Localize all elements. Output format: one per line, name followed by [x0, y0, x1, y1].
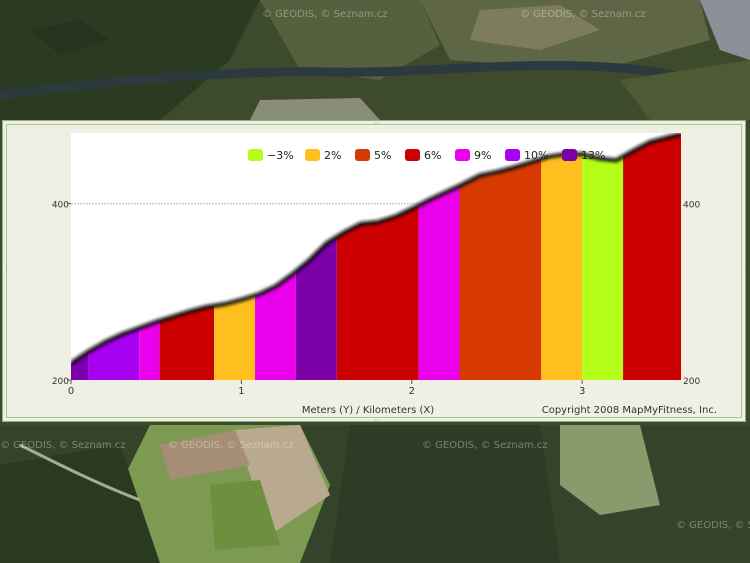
legend-swatch — [305, 149, 320, 161]
y-tick-label: 200 — [52, 377, 69, 387]
legend-swatch — [505, 149, 520, 161]
map-watermark: © GEODIS, © Seznam.cz — [422, 440, 548, 451]
legend-label: 2% — [324, 149, 341, 162]
grade-segment — [214, 295, 256, 380]
map-watermark: © GEODIS, © Seznam.cz — [0, 440, 126, 451]
x-tick-label: 3 — [579, 386, 585, 397]
legend-label: 9% — [474, 149, 491, 162]
legend-item: 6% — [405, 149, 441, 162]
elevation-chart-panel: ⋯ ⋯ ⋮ ⋮ 0 1 2 3 200 400 200 400 −3% 2% 5% 6% 9% 10% 1… — [2, 120, 749, 424]
map-watermark: © GEODIS, © Seznam.cz — [262, 9, 388, 20]
x-axis-label: Meters (Y) / Kilometers (X) — [302, 405, 434, 416]
legend-label: −3% — [267, 149, 294, 162]
copyright-credit: Copyright 2008 MapMyFitness, Inc. — [542, 405, 717, 416]
legend-item: 2% — [305, 149, 341, 162]
grade-segment — [139, 320, 160, 380]
grade-segment — [582, 154, 624, 380]
y-tick-label-right: 200 — [683, 377, 700, 387]
map-watermark: © GEODIS, © Seznam.cz — [168, 440, 294, 451]
map-watermark: © GEODIS, © Seznam.cz — [520, 9, 646, 20]
legend-swatch — [355, 149, 370, 161]
legend-item: 10% — [505, 149, 548, 162]
legend-item: 5% — [355, 149, 391, 162]
grade-segment — [459, 158, 542, 380]
legend-item: 13% — [562, 149, 605, 162]
legend-swatch — [455, 149, 470, 161]
grade-segment — [623, 133, 681, 380]
legend-swatch — [248, 149, 263, 161]
legend-swatch — [562, 149, 577, 161]
grade-segment — [418, 185, 460, 380]
legend-item: −3% — [248, 149, 294, 162]
grade-segment — [541, 154, 583, 380]
y-tick-label-right: 400 — [683, 201, 700, 211]
legend-label: 13% — [581, 149, 605, 162]
x-tick-label: 2 — [409, 386, 415, 397]
elevation-chart: 0 1 2 3 200 400 200 400 −3% 2% 5% 6% 9% 10% 13% Meter… — [52, 133, 717, 416]
x-tick-label: 0 — [68, 386, 74, 397]
legend-item: 9% — [455, 149, 491, 162]
legend-label: 6% — [424, 149, 441, 162]
legend-label: 10% — [524, 149, 548, 162]
legend-label: 5% — [374, 149, 391, 162]
map-watermark: © GEODIS, © Seznam.cz — [676, 520, 750, 531]
y-tick-label: 400 — [52, 201, 69, 211]
x-tick-label: 1 — [238, 386, 244, 397]
legend-swatch — [405, 149, 420, 161]
